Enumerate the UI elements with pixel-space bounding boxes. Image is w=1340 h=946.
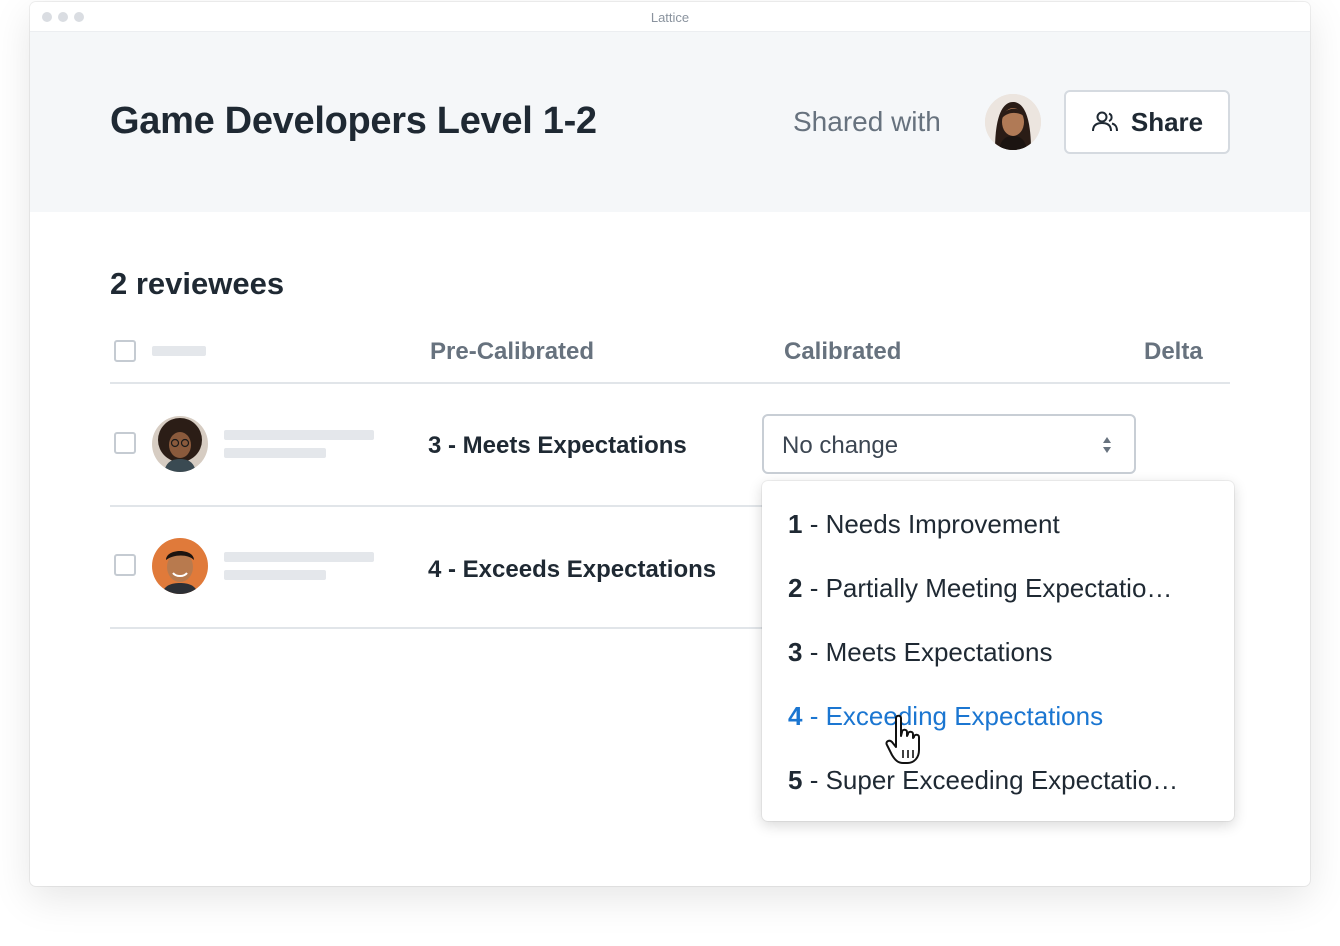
title-bar: Lattice [30, 2, 1310, 32]
calibrated-select[interactable]: No change [762, 414, 1136, 474]
dropdown-option[interactable]: 5 - Super Exceeding Expectatio… [788, 765, 1178, 796]
name-placeholder [224, 552, 374, 562]
select-all-checkbox[interactable] [114, 340, 136, 362]
dropdown-option[interactable]: 2 - Partially Meeting Expectatio… [788, 573, 1172, 604]
window-title: Lattice [650, 10, 690, 25]
hand-pointer-icon [885, 714, 920, 764]
title-placeholder [224, 570, 326, 580]
title-placeholder [224, 448, 326, 458]
app-window: Lattice Game Developers Level 1-2 Shared… [30, 2, 1310, 886]
shared-user-avatar[interactable] [985, 94, 1041, 150]
share-button[interactable]: Share [1064, 90, 1230, 154]
share-button-label: Share [1130, 106, 1204, 137]
row-checkbox[interactable] [114, 432, 136, 454]
dropdown-option[interactable]: 3 - Meets Expectations [788, 637, 1052, 668]
header-divider [110, 382, 1230, 384]
sort-arrows-icon [1103, 437, 1111, 453]
column-header-pre-calibrated[interactable]: Pre-Calibrated [430, 338, 594, 366]
dropdown-option-active[interactable]: 4 - Exceeding Expectations [788, 701, 1103, 732]
reviewee-count: 2 reviewees [110, 266, 285, 301]
column-header-delta[interactable]: Delta [1144, 338, 1203, 366]
shared-with-label: Shared with [793, 106, 941, 137]
pre-calibrated-rating: 3 - Meets Expectations [428, 432, 687, 459]
row-checkbox[interactable] [114, 554, 136, 576]
calibrated-select-value: No change [782, 432, 899, 459]
name-placeholder [224, 430, 374, 440]
calibration-dropdown-menu: 1 - Needs Improvement 2 - Partially Meet… [762, 481, 1234, 821]
page-title: Game Developers Level 1-2 [110, 100, 597, 142]
column-header-calibrated[interactable]: Calibrated [784, 338, 901, 366]
page-header: Game Developers Level 1-2 Shared with Sh… [30, 32, 1310, 212]
row-divider [110, 627, 770, 629]
dropdown-option[interactable]: 1 - Needs Improvement [788, 509, 1060, 540]
reviewee-avatar [152, 416, 208, 472]
people-icon [1091, 111, 1118, 132]
reviewee-avatar [152, 538, 208, 594]
name-header-placeholder [152, 346, 206, 356]
pre-calibrated-rating: 4 - Exceeds Expectations [428, 556, 717, 583]
